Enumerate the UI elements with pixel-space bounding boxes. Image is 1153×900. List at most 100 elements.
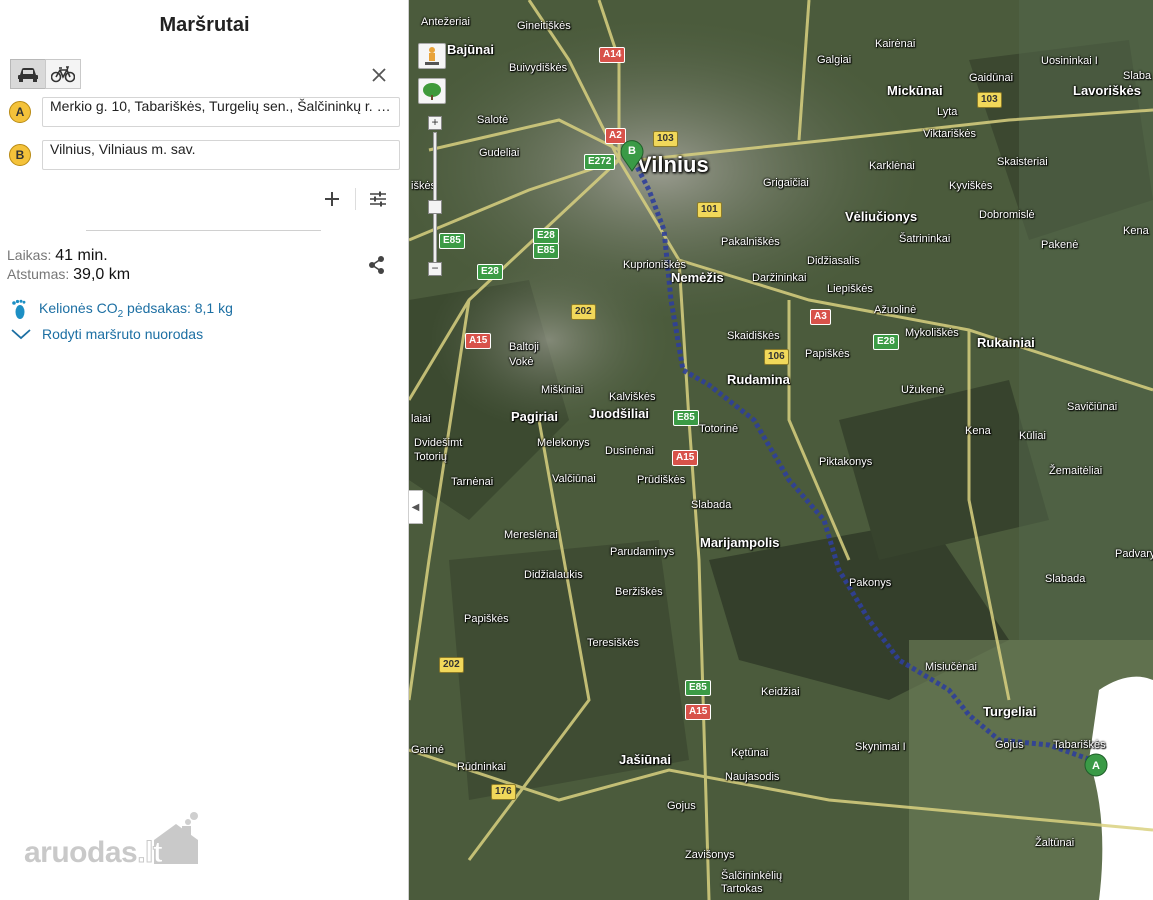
collapse-panel-button[interactable]: ◀	[409, 490, 423, 524]
place-label: Valčiūnai	[552, 473, 596, 485]
place-label: Užukenė	[901, 384, 945, 396]
place-label: Kyviškės	[949, 180, 993, 192]
place-label: Turgeliai	[983, 704, 1037, 719]
road-shield: E272	[584, 154, 616, 170]
place-label: Kena	[965, 425, 991, 437]
place-label: Pagiriai	[511, 409, 558, 424]
place-label: Grigaičiai	[763, 177, 809, 189]
place-label: Gariné	[411, 744, 445, 756]
place-label: Kalviškės	[609, 391, 656, 403]
place-label: Pakenė	[1041, 239, 1079, 251]
place-label: Mereslėnai	[504, 529, 558, 541]
bicycle-mode-button[interactable]	[45, 59, 81, 89]
share-button[interactable]	[366, 254, 388, 276]
place-label: Miškiniai	[541, 384, 584, 396]
place-label: Melekonys	[537, 437, 590, 449]
destination-pin[interactable]: B	[619, 138, 645, 172]
place-label: Baltoji Vokė	[509, 341, 539, 368]
waypoint-a-marker: A	[9, 101, 31, 123]
plus-icon	[325, 192, 339, 206]
directions-panel: Maršrutai A Merkio g. 10, Tabariškės, Tu…	[0, 0, 409, 900]
distance-value: 39,0 km	[73, 266, 131, 283]
place-label: Kętūnai	[731, 747, 769, 759]
svg-text:A: A	[1092, 760, 1100, 772]
car-mode-button[interactable]	[10, 59, 46, 89]
place-label: Slabada	[1045, 573, 1086, 585]
place-label: Salotė	[477, 114, 509, 126]
terrain-layer-button[interactable]	[418, 78, 446, 104]
place-label: Tarnėnai	[451, 476, 494, 488]
route-options-button[interactable]	[366, 187, 390, 211]
place-label: Kairėnai	[875, 38, 916, 50]
place-label: Rukainiai	[977, 335, 1035, 350]
zoom-out-button[interactable]: −	[428, 262, 442, 276]
close-icon	[372, 68, 386, 82]
origin-input[interactable]: Merkio g. 10, Tabariškės, Turgelių sen.,…	[42, 97, 400, 127]
place-label: Prūdiškės	[637, 474, 686, 486]
road-shield: E85	[439, 233, 465, 249]
street-view-button[interactable]	[418, 43, 446, 69]
satellite-map[interactable]: Antežeriai Gineitiškės Bajūnai Buivydišk…	[409, 0, 1153, 900]
waypoint-b-marker: B	[9, 144, 31, 166]
show-directions-link[interactable]: Rodyti maršruto nuorodas	[11, 326, 203, 342]
place-label: Antežeriai	[421, 16, 470, 28]
time-value: 41 min.	[55, 247, 108, 264]
place-label: Gudeliai	[479, 147, 520, 159]
destination-input[interactable]: Vilnius, Vilniaus m. sav.	[42, 140, 400, 170]
road-shield: 202	[571, 304, 596, 320]
place-label: Dobromislė	[979, 209, 1035, 221]
place-label: Gojus	[995, 739, 1024, 751]
bicycle-icon	[51, 66, 75, 83]
origin-pin[interactable]: A	[1083, 748, 1109, 782]
place-label: Misiučėnai	[925, 661, 977, 673]
place-label: Pakonys	[849, 577, 892, 589]
road-shield: E85	[685, 680, 711, 696]
zoom-control: + −	[428, 116, 442, 281]
place-label: Skynimai I	[855, 741, 906, 753]
place-label: Kūliai	[1019, 430, 1046, 442]
place-label: Rudamina	[727, 372, 790, 387]
pegman-icon	[425, 47, 439, 65]
place-label: Savičiūnai	[1067, 401, 1118, 413]
sliders-icon	[370, 191, 386, 207]
close-button[interactable]	[368, 64, 390, 86]
road-shield: 103	[977, 92, 1002, 108]
place-label: Teresiškės	[587, 637, 639, 649]
place-label: Pakalniškės	[721, 236, 780, 248]
place-label: laiai	[411, 413, 431, 425]
place-label: Beržiškės	[615, 586, 663, 598]
place-label: Vėliučionys	[845, 209, 918, 224]
travel-distance: Atstumas: 39,0 km	[7, 266, 130, 284]
place-label: Kena	[1123, 225, 1149, 237]
road-shield: 106	[764, 349, 789, 365]
zoom-track[interactable]	[433, 132, 437, 266]
aruodas-watermark: aruodas.lt	[24, 810, 204, 870]
place-label: Jašiūnai	[619, 752, 672, 767]
tree-icon	[423, 83, 441, 100]
waypoint-b: B Vilnius, Vilniaus m. sav.	[9, 140, 401, 170]
zoom-in-button[interactable]: +	[428, 116, 442, 130]
section-divider	[86, 230, 321, 231]
share-icon	[369, 256, 384, 274]
travel-time: Laikas: 41 min.	[7, 247, 108, 265]
place-label: Šatrininkai	[899, 233, 951, 245]
footprint-icon	[12, 299, 26, 319]
place-label: Marijampolis	[700, 535, 780, 550]
place-label: Papiškės	[464, 613, 509, 625]
road-shield: E28	[533, 228, 559, 244]
co2-footprint: Kelionės CO2 pėdsakas: 8,1 kg	[11, 299, 233, 321]
car-icon	[18, 68, 38, 82]
place-label: Naujasodis	[725, 771, 780, 783]
watermark-text: aruodas.lt	[24, 836, 163, 870]
zoom-slider-handle[interactable]	[428, 200, 442, 214]
chevron-left-icon: ◀	[411, 501, 420, 513]
place-label: Piktakonys	[819, 456, 873, 468]
city-label-vilnius: Vilnius	[637, 152, 709, 177]
place-label: Viktariškės	[923, 128, 976, 140]
panel-title: Maršrutai	[159, 14, 250, 36]
place-label: Dusinėnai	[605, 445, 654, 457]
place-label: Didžialaukis	[524, 569, 583, 581]
place-label: Juodšiliai	[589, 406, 649, 421]
add-waypoint-button[interactable]	[320, 187, 344, 211]
place-label: Bajūnai	[447, 42, 494, 57]
